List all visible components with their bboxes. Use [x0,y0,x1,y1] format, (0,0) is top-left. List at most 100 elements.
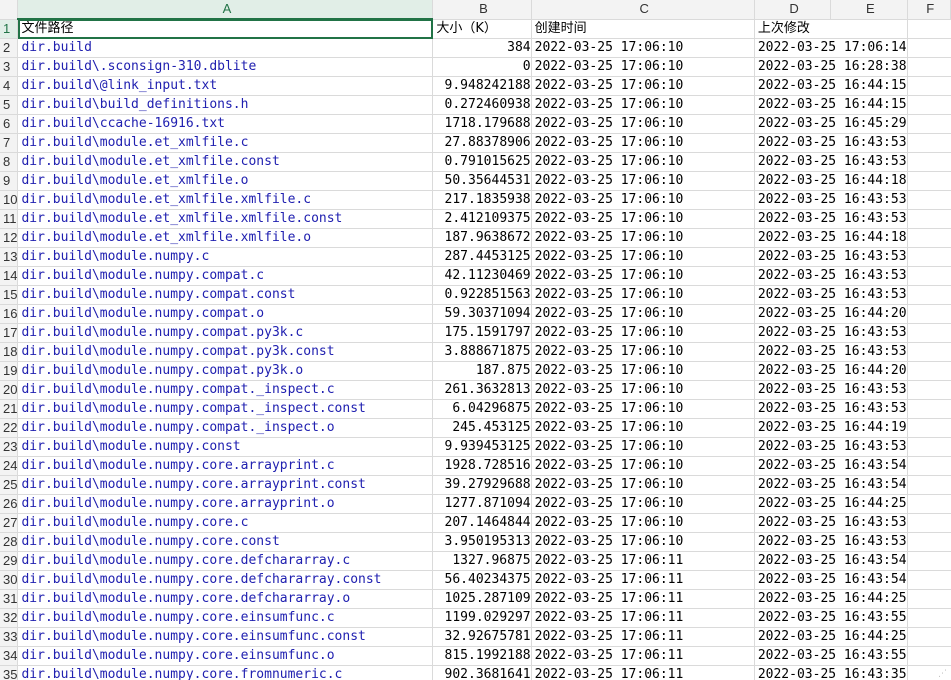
cell-file-path[interactable]: dir.build\module.numpy.core.defchararray… [17,551,434,571]
empty-cell[interactable] [907,608,951,628]
row-header[interactable]: 35 [0,665,19,680]
cell-file-path[interactable]: dir.build\module.numpy.const [17,437,434,457]
header-cell-created[interactable]: 创建时间 [531,19,755,39]
empty-cell[interactable] [907,589,951,609]
empty-cell[interactable] [907,266,951,286]
column-header-a[interactable]: A [17,0,434,20]
empty-cell[interactable] [907,456,951,476]
cell-modified-time[interactable]: 2022-03-25 16:43:53 [754,513,908,533]
cell-file-path[interactable]: dir.build\module.et_xmlfile.c [17,133,434,153]
row-header[interactable]: 22 [0,418,19,438]
empty-cell[interactable] [907,95,951,115]
row-header[interactable]: 8 [0,152,19,172]
cell-modified-time[interactable]: 2022-03-25 16:43:53 [754,209,908,229]
cell-created-time[interactable]: 2022-03-25 17:06:10 [531,285,755,305]
cell-created-time[interactable]: 2022-03-25 17:06:10 [531,532,755,552]
select-all-corner[interactable] [0,0,19,20]
row-header[interactable]: 24 [0,456,19,476]
row-header[interactable]: 25 [0,475,19,495]
cell-size[interactable]: 3.888671875 [432,342,532,362]
cell-created-time[interactable]: 2022-03-25 17:06:11 [531,589,755,609]
cell-created-time[interactable]: 2022-03-25 17:06:10 [531,304,755,324]
empty-cell[interactable] [907,551,951,571]
cell-modified-time[interactable]: 2022-03-25 16:43:54 [754,456,908,476]
cell-modified-time[interactable]: 2022-03-25 16:43:53 [754,399,908,419]
cell-modified-time[interactable]: 2022-03-25 16:43:53 [754,342,908,362]
cell-size[interactable]: 1277.871094 [432,494,532,514]
cell-created-time[interactable]: 2022-03-25 17:06:10 [531,513,755,533]
cell-modified-time[interactable]: 2022-03-25 16:28:38 [754,57,908,77]
column-header-d[interactable]: D [754,0,832,20]
row-header[interactable]: 3 [0,57,19,77]
cell-size[interactable]: 902.3681641 [432,665,532,680]
cell-file-path[interactable]: dir.build\module.numpy.compat.o [17,304,434,324]
cell-size[interactable]: 0.272460938 [432,95,532,115]
cell-modified-time[interactable]: 2022-03-25 16:43:53 [754,323,908,343]
row-header[interactable]: 32 [0,608,19,628]
cell-modified-time[interactable]: 2022-03-25 16:43:54 [754,475,908,495]
cell-modified-time[interactable]: 2022-03-25 16:44:19 [754,418,908,438]
cell-created-time[interactable]: 2022-03-25 17:06:11 [531,646,755,666]
cell-size[interactable]: 1718.179688 [432,114,532,134]
empty-cell[interactable] [907,247,951,267]
cell-size[interactable]: 9.939453125 [432,437,532,457]
empty-cell[interactable] [907,133,951,153]
empty-cell[interactable] [907,380,951,400]
row-header[interactable]: 10 [0,190,19,210]
cell-modified-time[interactable]: 2022-03-25 16:43:53 [754,285,908,305]
cell-size[interactable]: 175.1591797 [432,323,532,343]
cell-size[interactable]: 32.92675781 [432,627,532,647]
row-header[interactable]: 4 [0,76,19,96]
cell-file-path[interactable]: dir.build\module.numpy.compat._inspect.c [17,380,434,400]
cell-created-time[interactable]: 2022-03-25 17:06:10 [531,114,755,134]
cell-created-time[interactable]: 2022-03-25 17:06:11 [531,570,755,590]
cell-size[interactable]: 59.30371094 [432,304,532,324]
empty-cell[interactable] [907,228,951,248]
cell-created-time[interactable]: 2022-03-25 17:06:11 [531,608,755,628]
cell-file-path[interactable]: dir.build\module.numpy.compat.c [17,266,434,286]
cell-created-time[interactable]: 2022-03-25 17:06:10 [531,190,755,210]
empty-cell[interactable] [907,285,951,305]
cell-created-time[interactable]: 2022-03-25 17:06:10 [531,456,755,476]
empty-cell[interactable] [907,627,951,647]
cell-created-time[interactable]: 2022-03-25 17:06:10 [531,247,755,267]
row-header[interactable]: 34 [0,646,19,666]
empty-cell[interactable] [907,19,951,39]
cell-size[interactable]: 27.88378906 [432,133,532,153]
row-header[interactable]: 18 [0,342,19,362]
row-header[interactable]: 31 [0,589,19,609]
cell-created-time[interactable]: 2022-03-25 17:06:11 [531,551,755,571]
row-header[interactable]: 28 [0,532,19,552]
cell-modified-time[interactable]: 2022-03-25 16:44:20 [754,304,908,324]
cell-file-path[interactable]: dir.build [17,38,434,58]
empty-cell[interactable] [907,323,951,343]
cell-size[interactable]: 0 [432,57,532,77]
cell-modified-time[interactable]: 2022-03-25 16:43:53 [754,266,908,286]
empty-cell[interactable] [907,437,951,457]
cell-modified-time[interactable]: 2022-03-25 16:43:53 [754,152,908,172]
cell-modified-time[interactable]: 2022-03-25 16:44:15 [754,76,908,96]
row-header[interactable]: 2 [0,38,19,58]
cell-size[interactable]: 207.1464844 [432,513,532,533]
cell-size[interactable]: 0.791015625 [432,152,532,172]
cell-file-path[interactable]: dir.build\module.numpy.compat.const [17,285,434,305]
cell-file-path[interactable]: dir.build\module.numpy.compat._inspect.c… [17,399,434,419]
empty-cell[interactable] [907,38,951,58]
cell-created-time[interactable]: 2022-03-25 17:06:10 [531,494,755,514]
row-header[interactable]: 23 [0,437,19,457]
cell-modified-time[interactable]: 2022-03-25 16:44:18 [754,228,908,248]
cell-modified-time[interactable]: 2022-03-25 16:43:35 [754,665,908,680]
row-header[interactable]: 13 [0,247,19,267]
cell-modified-time[interactable]: 2022-03-25 16:43:53 [754,190,908,210]
cell-modified-time[interactable]: 2022-03-25 16:44:25 [754,494,908,514]
row-header[interactable]: 6 [0,114,19,134]
cell-created-time[interactable]: 2022-03-25 17:06:10 [531,361,755,381]
cell-size[interactable]: 1199.029297 [432,608,532,628]
empty-cell[interactable] [907,304,951,324]
cell-file-path[interactable]: dir.build\module.numpy.core.defchararray… [17,589,434,609]
empty-cell[interactable] [907,361,951,381]
header-cell-modified[interactable]: 上次修改 [754,19,908,39]
row-header[interactable]: 16 [0,304,19,324]
row-header[interactable]: 9 [0,171,19,191]
row-header[interactable]: 5 [0,95,19,115]
